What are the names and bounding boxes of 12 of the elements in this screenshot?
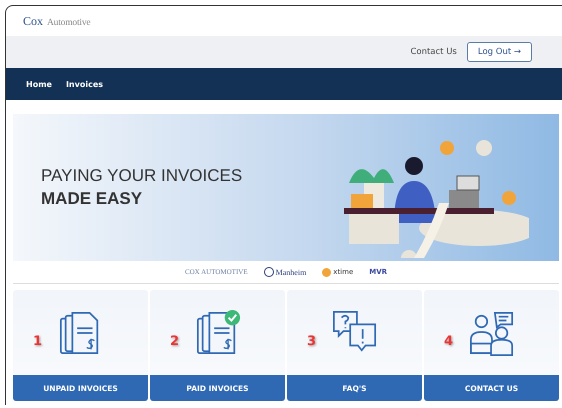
step-number: 2	[170, 334, 180, 349]
company-logo: Cox Automotive	[23, 13, 90, 30]
step-number: 1	[33, 334, 42, 349]
nav-link[interactable]: Home	[26, 80, 52, 88]
log-out-button[interactable]: Log Out →	[466, 42, 532, 62]
step-number: 3	[307, 334, 316, 349]
hero-subheading: MADE EASY	[41, 189, 144, 209]
contact-us-link[interactable]: Contact Us	[410, 47, 457, 57]
nav-link[interactable]: Invoices	[66, 80, 104, 88]
hero-heading: PAYING YOUR INVOICES	[41, 166, 242, 186]
partner-logo: Manheim	[264, 267, 306, 277]
step-number: 4	[444, 334, 454, 349]
